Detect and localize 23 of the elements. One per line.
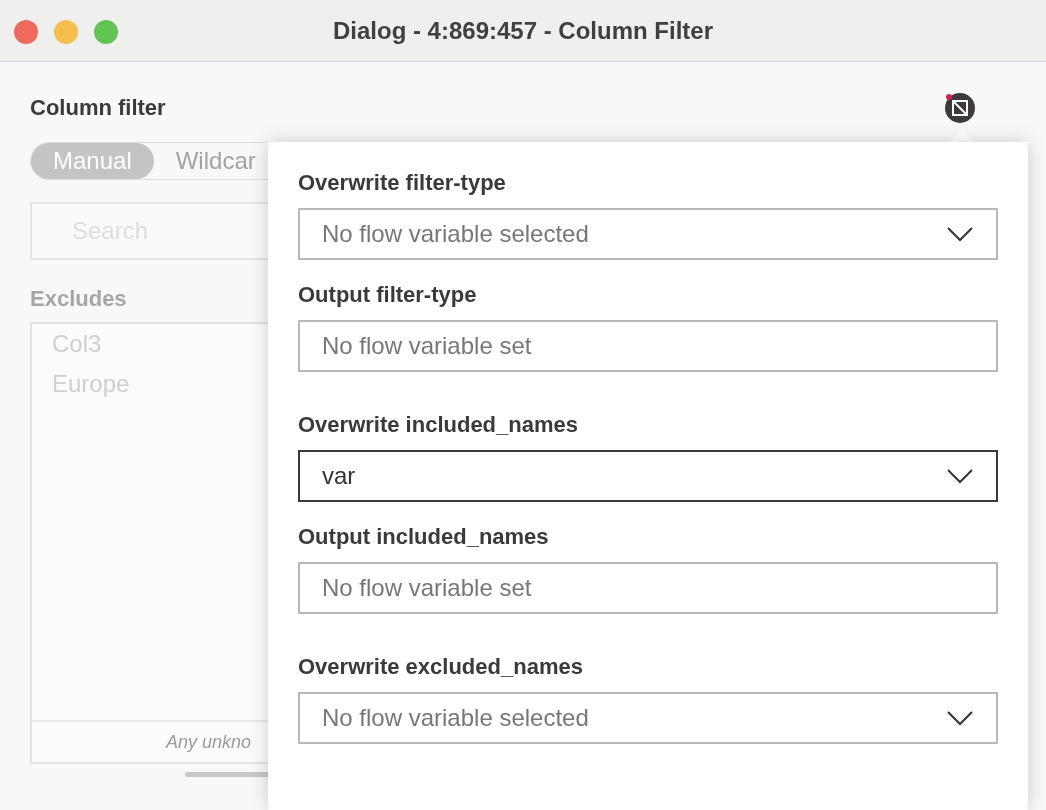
field-placeholder: No flow variable set: [322, 574, 532, 602]
chevron-down-icon: [946, 468, 974, 484]
chevron-down-icon: [946, 710, 974, 726]
field-value: var: [322, 462, 356, 490]
field-placeholder: No flow variable set: [322, 332, 532, 360]
close-button[interactable]: [14, 20, 38, 44]
variable-dropdown[interactable]: No flow variable selected: [298, 692, 998, 744]
variable-dropdown[interactable]: var: [298, 450, 998, 502]
section-title: Column filter: [30, 95, 166, 121]
list-label: Excludes: [30, 286, 127, 312]
field-label: Overwrite filter-type: [298, 170, 507, 196]
output-field[interactable]: No flow variable set: [298, 320, 998, 372]
field-label: Overwrite excluded_names: [298, 654, 584, 680]
chevron-down-icon: [946, 226, 974, 242]
output-field[interactable]: No flow variable set: [298, 562, 998, 614]
zoom-button[interactable]: [94, 20, 118, 44]
field-label: Overwrite included_names: [298, 412, 579, 438]
minimize-button[interactable]: [54, 20, 78, 44]
field-label: Output included_names: [298, 524, 550, 550]
variable-dropdown[interactable]: No flow variable selected: [298, 208, 998, 260]
field-label: Output filter-type: [298, 282, 478, 308]
flow-variable-icon[interactable]: [944, 92, 976, 124]
window-title: Dialog - 4:869:457 - Column Filter: [332, 16, 714, 45]
